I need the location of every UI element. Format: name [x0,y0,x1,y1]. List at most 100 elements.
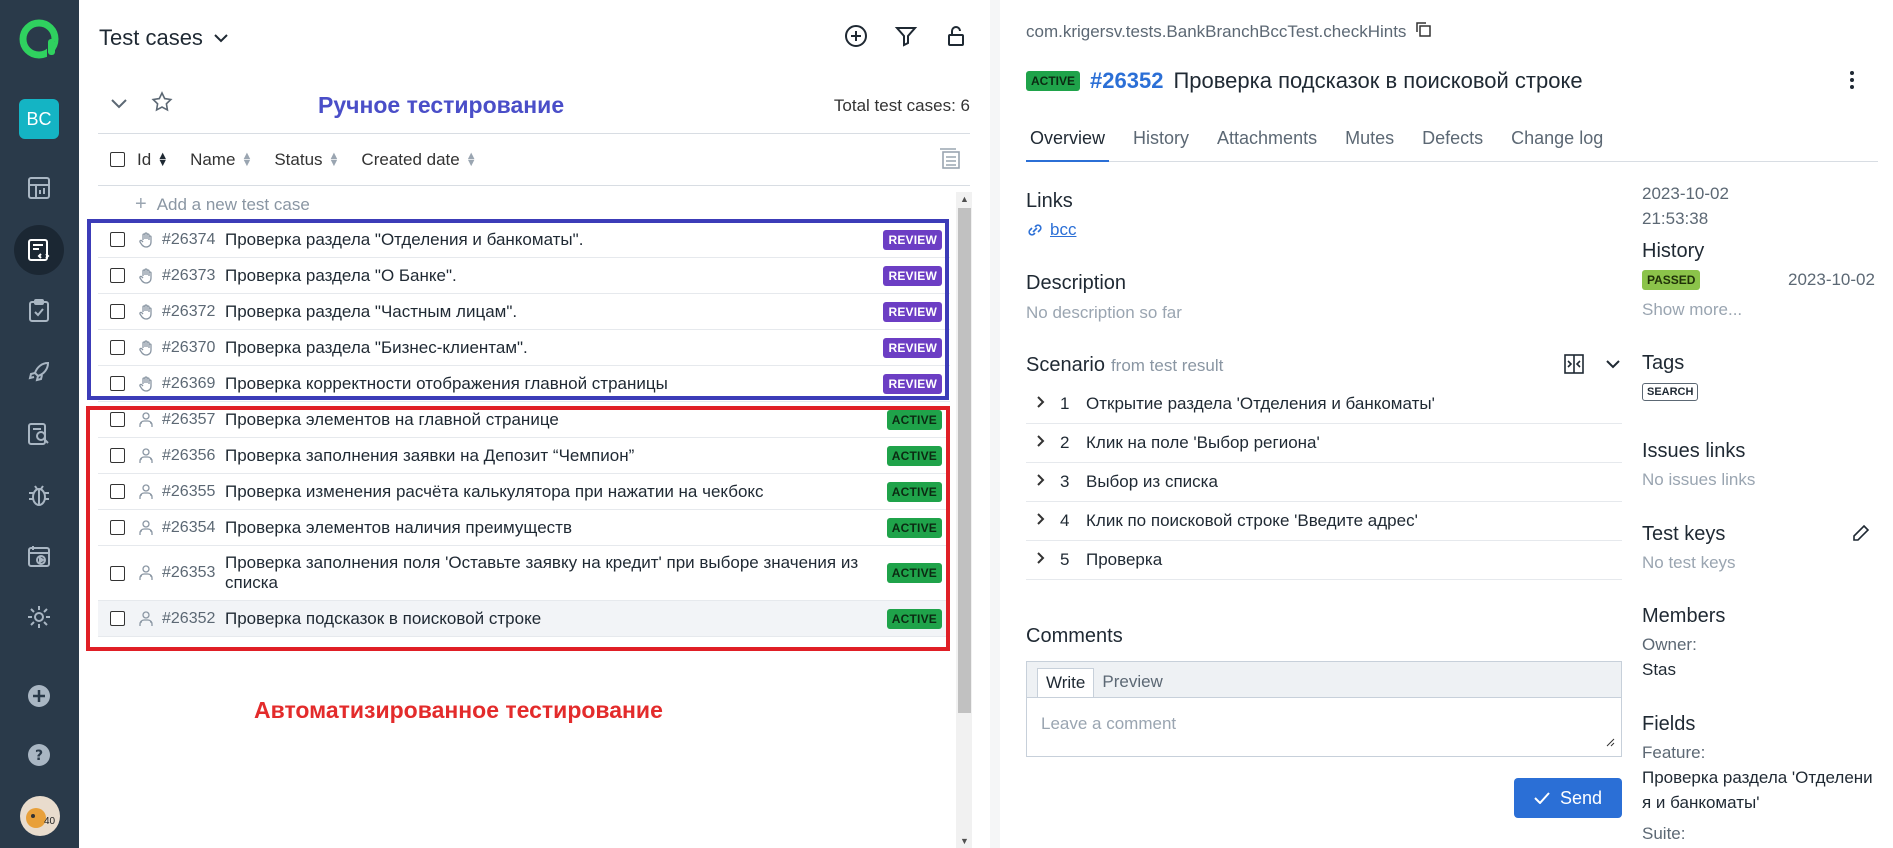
filter-icon[interactable] [892,22,920,50]
user-avatar[interactable]: 40 [20,796,60,836]
tag-chip[interactable]: SEARCH [1642,383,1699,401]
detail-tabs: Overview History Attachments Mutes Defec… [1026,128,1878,162]
help-icon[interactable]: ? [14,730,64,780]
column-name[interactable]: Name ▲ ▼ [190,150,252,170]
test-case-number[interactable]: #26352 [1090,68,1163,94]
automated-group-highlight [86,406,950,651]
dashboard-icon[interactable] [14,163,64,213]
launches-icon[interactable] [14,347,64,397]
scenario-source: from test result [1110,355,1224,375]
tab-overview[interactable]: Overview [1026,128,1110,162]
scenario-step[interactable]: 2 Клик на поле 'Выбор региона' [1026,424,1622,463]
step-text: Выбор из списка [1086,472,1218,491]
edit-pencil-icon[interactable] [1852,524,1870,547]
plus-icon: + [135,193,147,215]
tab-attachments[interactable]: Attachments [1213,128,1321,162]
step-text: Проверка [1086,550,1163,569]
project-avatar[interactable]: BC [19,99,59,139]
tab-mutes[interactable]: Mutes [1341,128,1398,162]
analytics-icon[interactable] [14,409,64,459]
tab-change-log[interactable]: Change log [1507,128,1607,162]
tab-history[interactable]: History [1129,128,1193,162]
tab-defects[interactable]: Defects [1418,128,1487,162]
comment-tab-write[interactable]: Write [1037,668,1095,697]
fields-heading: Fields [1642,713,1696,735]
list-title[interactable]: Test cases [99,25,229,51]
column-id[interactable]: Id ▲ ▼ [137,150,168,170]
chevron-right-icon[interactable] [1026,433,1052,453]
step-number: 5 [1060,550,1070,569]
column-created-date[interactable]: Created date ▲ ▼ [361,150,476,170]
feature-label: Feature: [1642,743,1706,762]
test-cases-icon[interactable] [14,225,64,275]
comment-editor: Write Preview Leave a comment [1026,661,1622,757]
send-button[interactable]: Send [1514,778,1622,818]
settings-icon[interactable] [14,592,64,642]
defects-icon[interactable] [14,470,64,520]
column-name-label: Name [190,149,236,169]
owner-value: Stas [1642,660,1677,679]
step-text: Открытие раздела 'Отделения и банкоматы' [1086,394,1435,413]
resize-grip-icon[interactable] [1605,731,1615,752]
owner-label: Owner: [1642,635,1697,654]
scenario-step[interactable]: 4 Клик по поисковой строке 'Введите адрес… [1026,502,1622,541]
step-number: 2 [1060,433,1070,452]
more-actions-icon[interactable] [1849,70,1855,96]
comments-heading: Comments [1026,625,1123,647]
description-text: No description so far [1026,303,1182,322]
add-test-case-row[interactable]: + Add a new test case [135,193,310,216]
scenario-step[interactable]: 1 Открытие раздела 'Отделения и банкоматы… [1026,385,1622,424]
link-bcc[interactable]: bcc [1026,220,1076,240]
copy-icon[interactable] [1414,20,1432,43]
detail-title: ACTIVE #26352 Проверка подсказок в поиск… [1026,68,1583,94]
column-header: Id ▲ ▼ Name ▲ ▼ Status ▲ ▼ Created date ▲ ▼ [98,134,970,186]
scenario-compare-icon[interactable] [1562,352,1586,381]
collapse-chevron-icon[interactable] [110,94,128,115]
sort-icon: ▲ ▼ [157,149,169,169]
select-all-checkbox[interactable] [110,152,125,167]
scenario-expand-chevron-icon[interactable] [1604,352,1622,381]
automated-testing-annotation: Автоматизированное тестирование [254,697,663,723]
created-date: 2023-10-02 [1642,184,1729,203]
history-date: 2023-10-02 [1788,270,1875,289]
feature-value-line-2: я и банкоматы' [1642,793,1760,812]
panel-resize-handle[interactable] [990,0,1000,848]
history-status-badge[interactable]: PASSED [1642,270,1701,290]
add-icon[interactable] [14,671,64,721]
jobs-icon[interactable] [14,531,64,581]
chevron-right-icon[interactable] [1026,550,1052,570]
scroll-down-arrow-icon[interactable]: ▼ [960,836,969,846]
manual-testing-annotation: Ручное тестирование [318,92,565,118]
test-path: com.krigersv.tests.BankBranchBccTest.che… [1026,20,1432,43]
chevron-right-icon[interactable] [1026,394,1052,414]
scenario-heading: Scenario [1026,354,1105,376]
status-badge: ACTIVE [1026,71,1081,91]
comment-input[interactable]: Leave a comment [1041,714,1176,734]
comment-tab-preview[interactable]: Preview [1094,668,1170,697]
chevron-right-icon[interactable] [1026,472,1052,492]
chevron-right-icon[interactable] [1026,511,1052,531]
total-test-cases: Total test cases: 6 [833,96,970,115]
show-more-link[interactable]: Show more... [1642,300,1742,320]
column-settings-icon[interactable] [938,148,962,175]
scroll-up-arrow-icon[interactable]: ▲ [960,194,969,204]
check-icon [1534,792,1550,804]
scenario-step[interactable]: 3 Выбор из списка [1026,463,1622,502]
scenario-step[interactable]: 5 Проверка [1026,541,1622,580]
sort-icon: ▲ ▼ [465,149,477,169]
add-circle-icon[interactable] [842,22,870,50]
unlock-icon[interactable] [942,22,970,50]
sort-icon: ▲ ▼ [328,149,340,169]
feature-value-line-1: Проверка раздела 'Отделени [1642,768,1873,787]
issues-empty: No issues links [1642,470,1756,489]
logo-icon[interactable] [17,17,61,61]
svg-text:?: ? [35,748,43,764]
test-plans-icon[interactable] [14,286,64,336]
scenario-steps: 1 Открытие раздела 'Отделения и банкоматы… [1026,385,1622,580]
column-status[interactable]: Status ▲ ▼ [274,150,339,170]
star-icon[interactable] [150,90,174,119]
list-scrollbar-thumb[interactable] [958,208,971,713]
add-test-case-placeholder: Add a new test case [156,194,310,214]
scenario-header: Scenario from test result [1026,354,1622,377]
chevron-down-icon [214,34,228,43]
